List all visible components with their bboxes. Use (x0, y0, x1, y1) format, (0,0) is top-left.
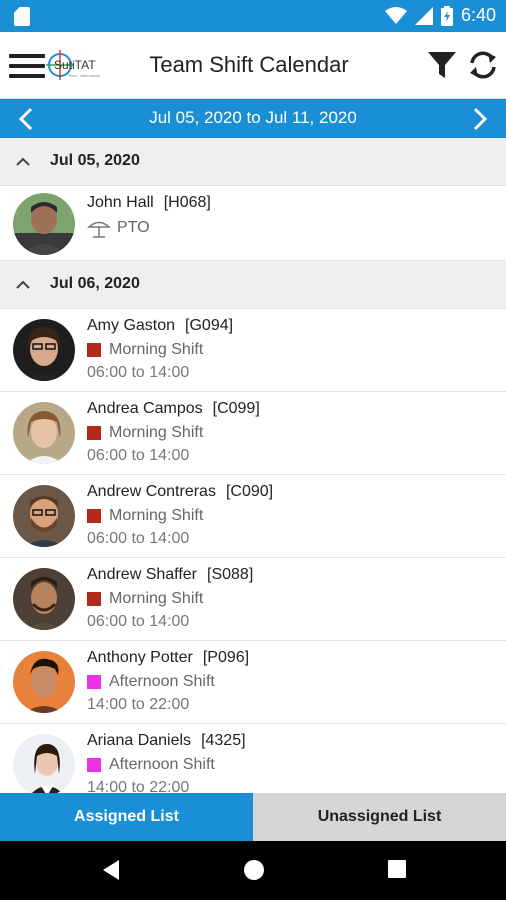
home-icon[interactable] (243, 859, 265, 881)
status-bar: 6:40 (0, 0, 506, 32)
shift-color-swatch (87, 758, 101, 772)
employee-name: John Hall (87, 194, 154, 211)
sd-card-icon (14, 7, 30, 26)
employee-name: Anthony Potter (87, 649, 193, 666)
chevron-left-icon[interactable] (12, 105, 42, 133)
list-item[interactable]: Anthony Potter [P096] Afternoon Shift 14:… (0, 641, 506, 724)
employee-name-line: Anthony Potter [P096] (87, 649, 249, 667)
shift-list[interactable]: Jul 05, 2020 John Hall [H068] PTO Jul 06,… (0, 138, 506, 793)
employee-name: Ariana Daniels (87, 732, 192, 749)
battery-icon (440, 5, 453, 26)
app-bar: SutiTAT Time · Attendance Team Shift Cal… (0, 32, 506, 99)
svg-text:SutiTAT: SutiTAT (54, 58, 96, 72)
employee-name: Andrea Campos (87, 400, 203, 417)
shift-name: PTO (117, 219, 150, 236)
list-item[interactable]: Andrew Shaffer [S088] Morning Shift 06:00… (0, 558, 506, 641)
system-nav-bar (0, 841, 506, 900)
shift-name: Morning Shift (109, 424, 204, 441)
group-header[interactable]: Jul 06, 2020 (0, 261, 506, 309)
shift-time: 14:00 to 22:00 (87, 779, 190, 793)
recents-icon[interactable] (387, 859, 407, 879)
shift-time: 06:00 to 14:00 (87, 364, 190, 381)
shift-line: Morning Shift (87, 507, 203, 525)
status-icons: 6:40 (384, 5, 496, 26)
group-header[interactable]: Jul 05, 2020 (0, 138, 506, 186)
menu-icon[interactable] (9, 54, 45, 78)
refresh-icon[interactable] (466, 49, 500, 81)
employee-code: [P096] (202, 649, 250, 666)
employee-code: [C090] (225, 483, 274, 500)
shift-line: PTO (87, 218, 150, 238)
svg-text:Time · Attendance: Time · Attendance (68, 73, 101, 78)
shift-color-swatch (87, 675, 101, 689)
sutitat-logo: SutiTAT Time · Attendance (46, 50, 101, 80)
employee-code: [H068] (163, 194, 211, 211)
shift-time: 14:00 to 22:00 (87, 696, 190, 713)
clock: 6:40 (460, 5, 496, 25)
shift-name: Morning Shift (109, 507, 204, 524)
shift-time: 06:00 to 14:00 (87, 530, 190, 547)
signal-icon (414, 6, 433, 25)
chevron-up-icon[interactable] (15, 155, 31, 167)
chevron-right-icon[interactable] (464, 105, 494, 133)
shift-name: Morning Shift (109, 590, 204, 607)
tab-unassigned-list[interactable]: Unassigned List (253, 793, 506, 841)
avatar (13, 319, 75, 381)
group-date: Jul 05, 2020 (50, 152, 140, 169)
shift-line: Afternoon Shift (87, 673, 215, 691)
employee-code: [C099] (212, 400, 260, 417)
page-title: Team Shift Calendar (149, 52, 349, 77)
shift-line: Morning Shift (87, 341, 203, 359)
employee-name: Amy Gaston (87, 317, 176, 334)
employee-name: Andrew Shaffer (87, 566, 197, 583)
shift-name: Afternoon Shift (109, 756, 215, 773)
shift-color-swatch (87, 509, 101, 523)
employee-name-line: Andrea Campos [C099] (87, 400, 260, 418)
back-icon[interactable] (101, 859, 121, 881)
shift-line: Morning Shift (87, 424, 203, 442)
shift-color-swatch (87, 592, 101, 606)
list-item[interactable]: Amy Gaston [G094] Morning Shift 06:00 to … (0, 309, 506, 392)
date-range-label: Jul 05, 2020 to Jul 11, 2020 (149, 108, 357, 127)
employee-name-line: Amy Gaston [G094] (87, 317, 233, 335)
employee-code: [G094] (185, 317, 234, 334)
employee-name-line: Andrew Contreras [C090] (87, 483, 273, 501)
shift-name: Afternoon Shift (109, 673, 215, 690)
employee-name-line: Andrew Shaffer [S088] (87, 566, 253, 584)
list-item[interactable]: Andrea Campos [C099] Morning Shift 06:00 … (0, 392, 506, 475)
shift-color-swatch (87, 343, 101, 357)
shift-line: Morning Shift (87, 590, 203, 608)
shift-color-swatch (87, 426, 101, 440)
avatar (13, 734, 75, 793)
list-tabs: Assigned List Unassigned List (0, 793, 506, 841)
shift-time: 06:00 to 14:00 (87, 447, 190, 464)
avatar (13, 651, 75, 713)
date-range-bar: Jul 05, 2020 to Jul 11, 2020 (0, 99, 506, 138)
employee-code: [S088] (207, 566, 254, 583)
employee-name: Andrew Contreras (87, 483, 216, 500)
employee-name-line: Ariana Daniels [4325] (87, 732, 246, 750)
group-date: Jul 06, 2020 (50, 275, 140, 292)
employee-name-line: John Hall [H068] (87, 194, 211, 212)
wifi-icon (384, 6, 407, 24)
employee-code: [4325] (201, 732, 246, 749)
shift-time: 06:00 to 14:00 (87, 613, 190, 630)
avatar (13, 402, 75, 464)
shift-line: Afternoon Shift (87, 756, 215, 774)
list-item[interactable]: Andrew Contreras [C090] Morning Shift 06:… (0, 475, 506, 558)
chevron-up-icon[interactable] (15, 278, 31, 290)
list-item[interactable]: Ariana Daniels [4325] Afternoon Shift 14:… (0, 724, 506, 793)
umbrella-icon (87, 221, 111, 238)
list-item[interactable]: John Hall [H068] PTO (0, 186, 506, 261)
avatar (13, 193, 75, 255)
filter-icon[interactable] (426, 50, 458, 80)
avatar (13, 485, 75, 547)
shift-name: Morning Shift (109, 341, 204, 358)
tab-assigned-list[interactable]: Assigned List (0, 793, 253, 841)
avatar (13, 568, 75, 630)
